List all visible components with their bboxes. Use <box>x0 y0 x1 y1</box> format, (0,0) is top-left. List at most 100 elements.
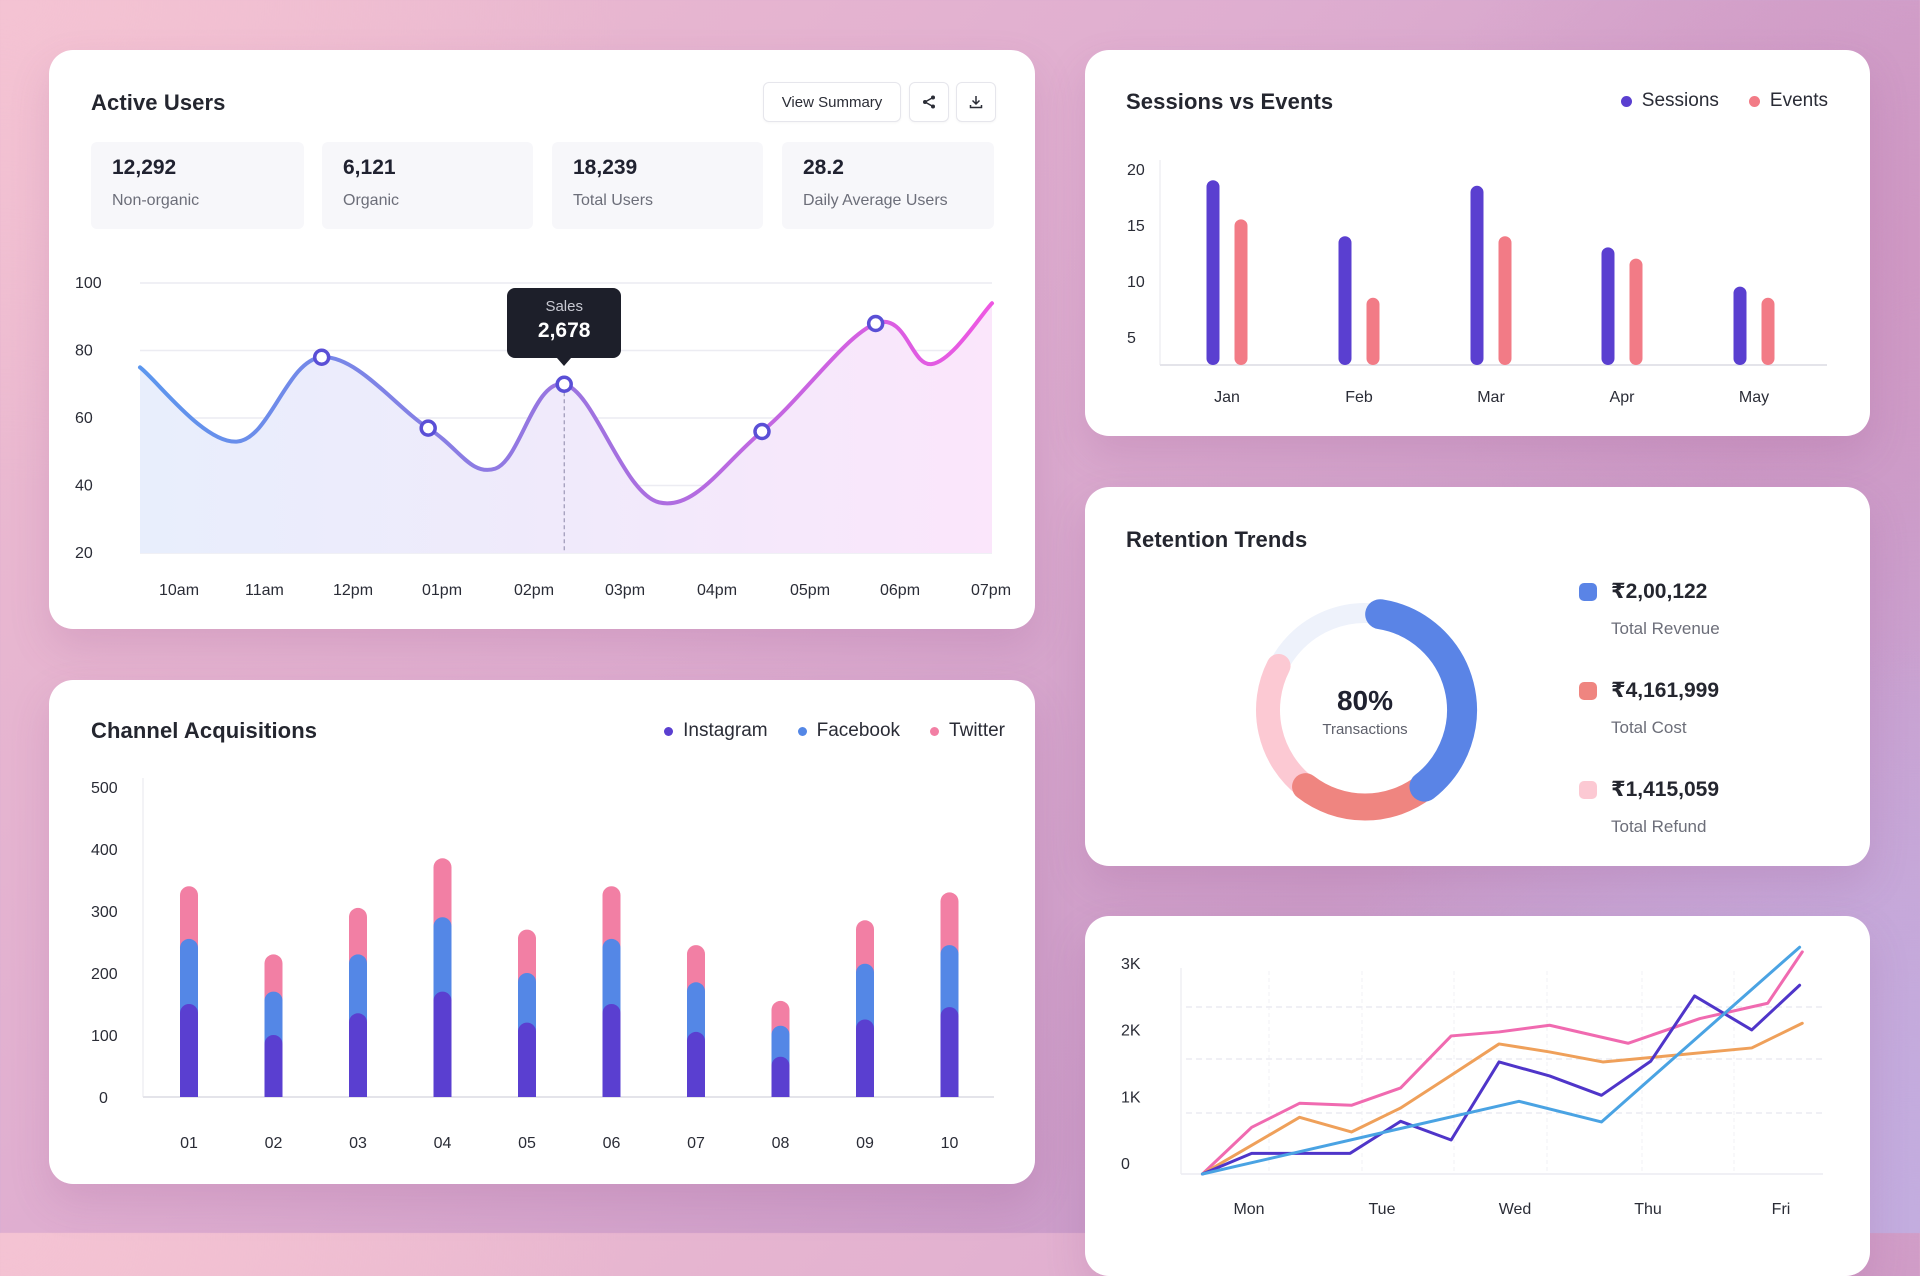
bar-base <box>856 1087 874 1097</box>
bar-events <box>1366 297 1380 365</box>
data-point-marker <box>312 348 331 366</box>
y-tick-label: 60 <box>75 410 93 427</box>
x-tick-label: 04pm <box>697 582 737 599</box>
y-tick-label: 20 <box>1127 162 1145 179</box>
x-tick-label: 07pm <box>971 582 1011 599</box>
bar-base <box>771 1087 790 1097</box>
bar-base <box>602 1087 621 1097</box>
x-tick-label: 01pm <box>422 582 462 599</box>
data-point-marker <box>555 375 573 393</box>
x-tick-label: 06 <box>603 1135 621 1152</box>
x-tick-label: 05 <box>518 1135 536 1152</box>
x-tick-label: 01 <box>180 1135 198 1152</box>
x-tick-label: Apr <box>1610 389 1636 406</box>
bar-sessions <box>1338 236 1352 365</box>
y-tick-label: 1K <box>1121 1089 1141 1106</box>
bar-events <box>1498 236 1512 365</box>
tooltip-value: 2,678 <box>537 319 591 343</box>
bar-sessions <box>1733 286 1747 365</box>
y-tick-label: 300 <box>91 904 118 921</box>
refund-label: Total Refund <box>1611 817 1707 836</box>
sessions-events-chart: 20 15 10 5 Jan Feb Mar Apr May <box>1127 160 1827 406</box>
x-tick-label: 12pm <box>333 582 373 599</box>
retention-trends-card: Retention Trends 80% Transactions ₹2,00,… <box>1085 487 1870 866</box>
bar-segment-instagram <box>180 1004 198 1097</box>
y-tick-label: 0 <box>99 1090 108 1107</box>
x-tick-label: Feb <box>1345 389 1373 406</box>
y-tick-label: 15 <box>1127 218 1145 235</box>
bar-base <box>940 1087 959 1097</box>
y-tick-label: 500 <box>91 780 118 797</box>
x-tick-label: 05pm <box>790 582 830 599</box>
x-tick-label: Thu <box>1634 1201 1662 1218</box>
revenue-value: ₹2,00,122 <box>1611 580 1708 603</box>
x-tick-label: 03 <box>349 1135 367 1152</box>
bar-segment-instagram <box>940 1007 959 1097</box>
bar-segment-instagram <box>602 1004 621 1097</box>
y-tick-label: 20 <box>75 545 93 562</box>
tooltip-label: Sales <box>545 298 583 316</box>
y-tick-label: 0 <box>1121 1156 1130 1173</box>
bar-base <box>264 1087 283 1097</box>
x-tick-label: Tue <box>1369 1201 1396 1218</box>
y-tick-label: 100 <box>75 275 102 292</box>
x-tick-label: 02pm <box>514 582 554 599</box>
series-line-indigo <box>1200 983 1802 1176</box>
x-tick-label: 11am <box>245 582 284 599</box>
weekly-trend-card: 3K 2K 1K 0 Mon Tue Wed Thu Fri <box>1085 916 1870 1276</box>
revenue-label: Total Revenue <box>1611 619 1720 638</box>
x-tick-label: 03pm <box>605 582 645 599</box>
x-tick-label: Wed <box>1499 1201 1532 1218</box>
data-point-marker <box>419 419 437 437</box>
bar-sessions <box>1470 185 1484 365</box>
cost-value: ₹4,161,999 <box>1611 679 1720 702</box>
x-tick-label: 09 <box>856 1135 874 1152</box>
bar-base <box>349 1087 367 1097</box>
donut-center-value: 80% <box>1336 685 1394 716</box>
y-tick-label: 200 <box>91 966 118 983</box>
y-tick-label: 10 <box>1127 274 1145 291</box>
bar-base <box>687 1087 705 1097</box>
x-tick-label: 10 <box>941 1135 959 1152</box>
x-tick-label: Fri <box>1772 1201 1791 1218</box>
series-line-sky <box>1200 945 1802 1176</box>
bar-segment-instagram <box>856 1019 874 1097</box>
y-tick-label: 5 <box>1127 330 1136 347</box>
revenue-swatch <box>1579 583 1597 601</box>
refund-swatch <box>1579 781 1597 799</box>
channel-acquisitions-card: Channel Acquisitions Instagram Facebook … <box>49 680 1035 1184</box>
bar-segment-instagram <box>433 991 452 1097</box>
bar-sessions <box>1601 247 1615 365</box>
bar-segment-instagram <box>349 1013 367 1097</box>
retention-donut <box>1256 599 1477 821</box>
y-tick-label: 100 <box>91 1028 118 1045</box>
bar-sessions <box>1206 180 1220 365</box>
channel-acquisitions-chart: 500 400 300 200 100 0 01 02 03 04 05 06 07 08 09 10 <box>91 778 994 1152</box>
bar-events <box>1234 219 1248 365</box>
x-tick-label: Mon <box>1233 1201 1264 1218</box>
donut-slice-total-cost <box>1292 773 1438 821</box>
sales-tooltip: Sales 2,678 <box>507 288 622 367</box>
bar-base <box>433 1087 452 1097</box>
cost-label: Total Cost <box>1611 718 1687 737</box>
weekly-trend-chart: 3K 2K 1K 0 Mon Tue Wed Thu Fri <box>1121 945 1823 1218</box>
bar-base <box>518 1087 536 1097</box>
x-tick-label: Jan <box>1214 389 1240 406</box>
bar-segment-instagram <box>518 1022 536 1097</box>
x-tick-label: 02 <box>265 1135 283 1152</box>
x-tick-label: May <box>1739 389 1769 406</box>
x-tick-label: 04 <box>434 1135 452 1152</box>
x-tick-label: 10am <box>159 582 199 599</box>
x-tick-label: Mar <box>1477 389 1505 406</box>
bar-events <box>1761 297 1775 365</box>
sessions-events-card: Sessions vs Events Sessions Events 20 15 1… <box>1085 50 1870 436</box>
bar-events <box>1629 258 1643 365</box>
series-line-orange <box>1200 1021 1804 1176</box>
y-tick-label: 40 <box>75 478 93 495</box>
y-tick-label: 2K <box>1121 1023 1141 1040</box>
x-tick-label: 06pm <box>880 582 920 599</box>
x-tick-label: 07 <box>687 1135 705 1152</box>
active-users-card: Active Users View Summary 12,292 Non-org… <box>49 50 1035 629</box>
donut-center-label: Transactions <box>1322 721 1408 738</box>
x-tick-label: 08 <box>772 1135 790 1152</box>
